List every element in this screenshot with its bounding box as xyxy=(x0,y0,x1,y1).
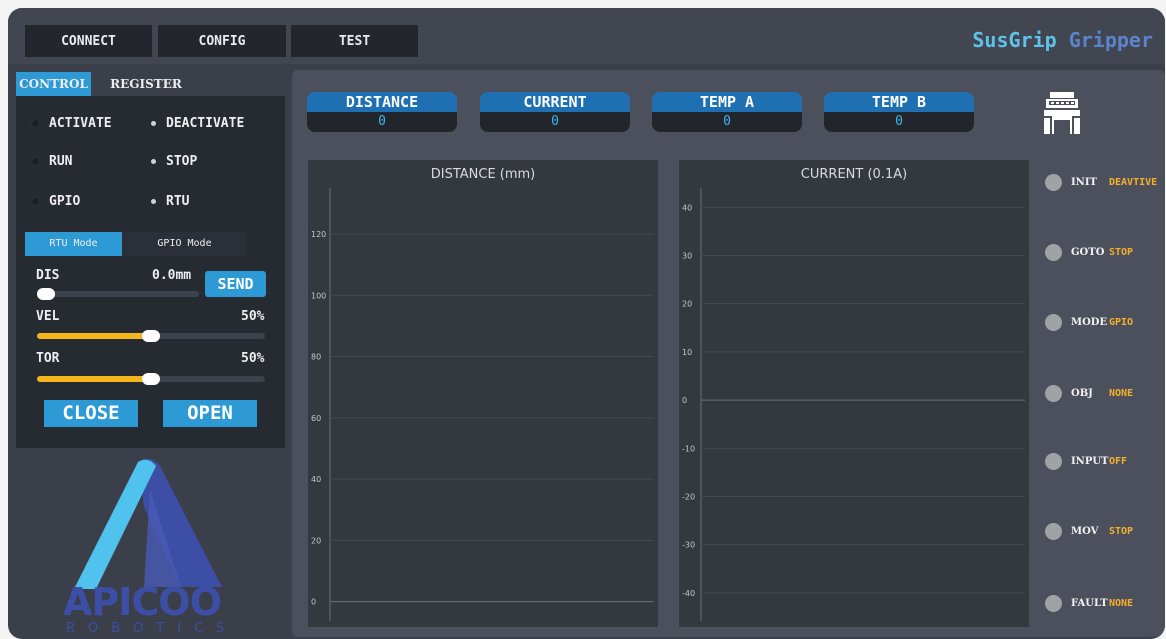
radio-selected-icon xyxy=(151,198,156,204)
app-window: CONNECT CONFIG TEST SusGrip Gripper CONT… xyxy=(8,8,1165,639)
gpio-mode-tab[interactable]: GPIO Mode xyxy=(122,232,247,256)
current-chart-tick-label: -10 xyxy=(682,444,695,453)
current-chart: CURRENT (0.1A) -40 -30 -20 -10 0 10 20 30 40 xyxy=(679,160,1029,627)
status-led-icon xyxy=(1045,384,1062,402)
dis-label: DIS xyxy=(36,268,60,283)
current-chart-plot: -40 -30 -20 -10 0 10 20 30 40 xyxy=(682,188,1025,621)
vel-label: VEL xyxy=(36,309,60,324)
send-button[interactable]: SEND xyxy=(205,271,266,297)
logo-name: APICOO xyxy=(63,580,222,624)
current-chart-tick-label: -30 xyxy=(682,541,695,550)
status-led-icon xyxy=(1045,522,1062,540)
distance-chart-tick-label: 100 xyxy=(311,291,326,300)
vel-slider-handle[interactable] xyxy=(142,330,160,342)
distance-chart-tick-label: 40 xyxy=(311,475,321,484)
vel-slider[interactable] xyxy=(37,330,265,342)
config-button[interactable]: CONFIG xyxy=(158,25,286,57)
current-chart-tick-label: 40 xyxy=(682,203,692,212)
stop-radio[interactable]: STOP xyxy=(149,151,197,171)
dis-value: 0.0mm xyxy=(152,268,192,283)
meter-value: 0 xyxy=(480,112,630,132)
test-button[interactable]: TEST xyxy=(291,25,418,57)
radio-icon xyxy=(32,119,39,127)
deactivate-radio[interactable]: DEACTIVATE xyxy=(149,113,244,133)
status-mov: MOV STOP xyxy=(1045,521,1133,541)
current-chart-tick-label: -40 xyxy=(682,589,695,598)
activate-radio[interactable]: ACTIVATE xyxy=(32,113,112,133)
current-meter: CURRENT 0 xyxy=(480,92,630,134)
radio-icon xyxy=(32,197,39,205)
status-obj: OBJ NONE xyxy=(1045,383,1133,403)
rtu-radio[interactable]: RTU xyxy=(149,191,189,211)
temp-a-meter: TEMP A 0 xyxy=(652,92,802,134)
monitor-panel: DISTANCE 0 CURRENT 0 TEMP A 0 TEMP B 0 D… xyxy=(292,70,1165,637)
vel-value: 50% xyxy=(241,309,265,324)
distance-chart: DISTANCE (mm) 0 20 40 60 80 100 120 xyxy=(308,160,658,627)
dis-slider-handle[interactable] xyxy=(37,288,55,300)
distance-chart-tick-label: 20 xyxy=(311,536,321,545)
tab-control[interactable]: CONTROL xyxy=(16,72,91,96)
tor-slider[interactable] xyxy=(37,373,265,385)
current-chart-tick-label: 20 xyxy=(682,300,692,309)
connect-button[interactable]: CONNECT xyxy=(25,25,152,57)
current-chart-tick-label: -20 xyxy=(682,492,695,501)
status-led-icon xyxy=(1045,594,1062,612)
status-led-icon xyxy=(1045,452,1062,470)
gpio-radio[interactable]: GPIO xyxy=(32,191,80,211)
status-fault: FAULT NONE xyxy=(1045,593,1133,613)
meter-value: 0 xyxy=(307,112,457,132)
radio-icon xyxy=(32,157,39,165)
open-button[interactable]: OPEN xyxy=(163,400,257,427)
dis-slider[interactable] xyxy=(37,288,199,300)
logo-subtitle: ROBOTICS xyxy=(66,621,238,636)
status-input: INPUT OFF xyxy=(1045,451,1127,471)
meter-label: CURRENT xyxy=(480,92,630,112)
control-panel: ACTIVATE DEACTIVATE RUN STOP GPIO RTU RT… xyxy=(16,96,285,448)
tor-slider-fill xyxy=(37,376,151,382)
toolbar: CONNECT CONFIG TEST SusGrip Gripper xyxy=(8,8,1165,64)
status-led-icon xyxy=(1045,173,1062,191)
tor-value: 50% xyxy=(241,351,265,366)
meter-label: DISTANCE xyxy=(307,92,457,112)
tab-register[interactable]: REGISTER xyxy=(106,72,186,96)
tor-label: TOR xyxy=(36,351,60,366)
run-radio[interactable]: RUN xyxy=(32,151,72,171)
distance-chart-tick-label: 120 xyxy=(311,230,326,239)
status-init: INIT DEAVTIVE xyxy=(1045,172,1157,192)
status-goto: GOTO STOP xyxy=(1045,242,1133,262)
radio-selected-icon xyxy=(151,158,156,164)
meter-label: TEMP A xyxy=(652,92,802,112)
status-mode: MODE GPIO xyxy=(1045,312,1133,332)
rtu-mode-tab[interactable]: RTU Mode xyxy=(25,232,122,256)
vel-slider-fill xyxy=(37,333,151,339)
status-led-icon xyxy=(1045,243,1062,261)
distance-chart-tick-label: 80 xyxy=(311,353,321,362)
distance-meter: DISTANCE 0 xyxy=(307,92,457,134)
close-button[interactable]: CLOSE xyxy=(44,400,138,427)
meter-label: TEMP B xyxy=(824,92,974,112)
gripper-icon xyxy=(1044,92,1080,134)
meter-value: 0 xyxy=(824,112,974,132)
distance-chart-plot: 0 20 40 60 80 100 120 xyxy=(311,188,654,621)
current-chart-tick-label: 30 xyxy=(682,251,692,260)
tor-slider-handle[interactable] xyxy=(142,373,160,385)
current-chart-tick-label: 0 xyxy=(682,396,687,405)
brand-title: SusGrip Gripper xyxy=(972,28,1153,52)
current-chart-tick-label: 10 xyxy=(682,348,692,357)
meter-value: 0 xyxy=(652,112,802,132)
distance-chart-tick-label: 0 xyxy=(311,598,316,607)
radio-selected-icon xyxy=(151,120,156,126)
distance-chart-tick-label: 60 xyxy=(311,414,321,423)
temp-b-meter: TEMP B 0 xyxy=(824,92,974,134)
status-led-icon xyxy=(1045,313,1062,331)
